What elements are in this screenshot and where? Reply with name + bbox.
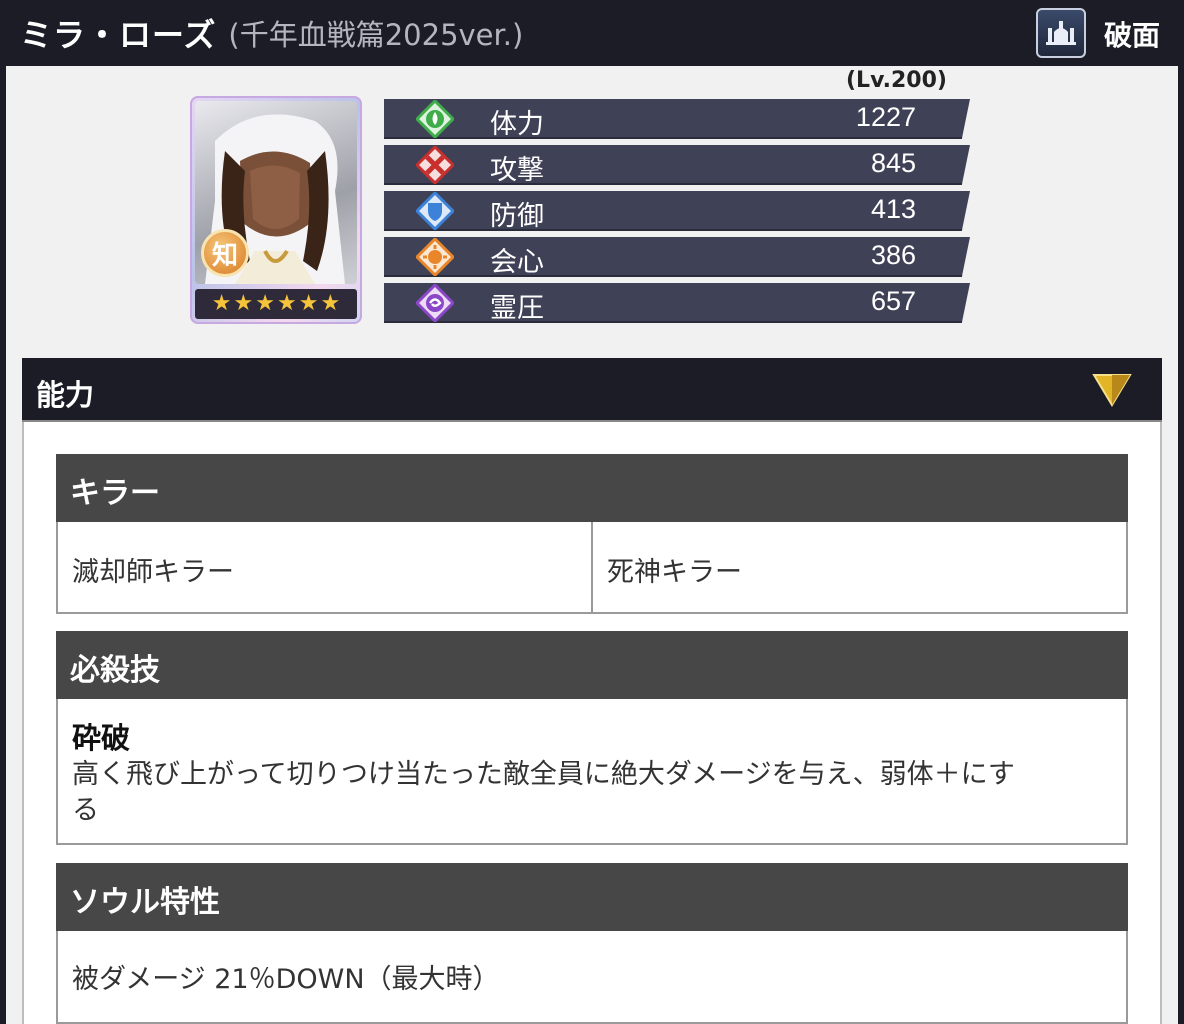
stat-row-attack: 攻撃 845 [384, 145, 970, 185]
stat-label: 霊圧 [490, 293, 544, 324]
soul-section-body: 被ダメージ 21％DOWN（最大時） [56, 931, 1128, 1024]
character-name: ミラ・ローズ [20, 16, 217, 54]
star-icon: ★ [320, 291, 341, 316]
collapse-triangle-icon[interactable] [1092, 372, 1132, 408]
star-icon: ★ [233, 291, 254, 316]
star-icon: ★ [277, 291, 297, 316]
defense-icon [416, 192, 454, 230]
critical-icon [416, 238, 454, 276]
killer-section-header: キラー [56, 454, 1128, 522]
stat-value: 845 [870, 148, 916, 178]
star-icon: ★ [255, 291, 275, 316]
ability-panel-header[interactable]: 能力 [22, 358, 1162, 422]
title-bar: ミラ・ローズ (千年血戦篇2025ver.) [0, 0, 1184, 66]
ability-title: 能力 [36, 378, 95, 412]
stat-row-spirit: 霊圧 657 [384, 283, 970, 323]
attribute-label: 破面 [1104, 19, 1161, 52]
attribute-icon [1036, 8, 1086, 58]
hp-icon [416, 100, 454, 138]
stat-label: 攻撃 [490, 155, 544, 186]
character-subtitle: (千年血戦篇2025ver.) [228, 18, 524, 52]
stat-value: 386 [870, 240, 916, 270]
attack-icon [416, 146, 454, 184]
stat-value: 1227 [855, 102, 916, 132]
star-icon: ★ [211, 291, 232, 316]
spirit-icon [416, 284, 454, 322]
stat-row-hp: 体力 1227 [384, 99, 970, 139]
star-rating: ★ ★ ★ ★ ★ ★ [195, 289, 357, 319]
special-section-body: 砕破 高く飛び上がって切りつけ当たった敵全員に絶大ダメージを与え、弱体＋にす る [56, 699, 1128, 845]
stat-label: 体力 [490, 109, 544, 140]
killer-section-body: 滅却師キラー 死神キラー [56, 522, 1128, 614]
killer-item: 死神キラー [607, 557, 742, 588]
type-badge: 知 [201, 229, 249, 277]
star-icon: ★ [298, 291, 319, 316]
stat-row-defense: 防御 413 [384, 191, 970, 231]
frame-right [1178, 66, 1184, 1024]
soul-section-header: ソウル特性 [56, 863, 1128, 931]
frame-left [0, 66, 6, 1024]
soul-trait-text: 被ダメージ 21％DOWN（最大時） [72, 964, 500, 995]
special-move-desc-line2: る [72, 795, 99, 826]
stat-label: 会心 [490, 247, 544, 278]
stat-label: 防御 [490, 201, 544, 232]
character-portrait[interactable]: 知 ★ ★ ★ ★ ★ ★ [190, 96, 362, 324]
special-section-header: 必殺技 [56, 631, 1128, 699]
killer-item: 滅却師キラー [58, 522, 593, 612]
character-art: 知 [195, 101, 357, 284]
special-move-name: 砕破 [72, 721, 131, 755]
stat-value: 413 [870, 194, 916, 224]
level-label: (Lv.200) [846, 68, 947, 93]
stat-value: 657 [870, 286, 916, 316]
special-move-desc-line1: 高く飛び上がって切りつけ当たった敵全員に絶大ダメージを与え、弱体＋にす [72, 759, 1015, 790]
stat-row-critical: 会心 386 [384, 237, 970, 277]
